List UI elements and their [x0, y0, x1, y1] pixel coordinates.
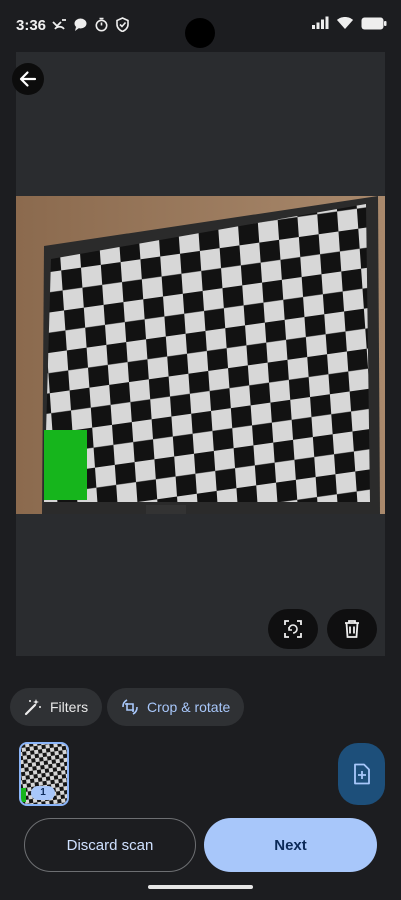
magic-wand-icon	[24, 699, 41, 716]
auto-crop-button[interactable]	[268, 609, 318, 649]
add-page-button[interactable]	[338, 743, 385, 805]
camera-cutout	[185, 18, 215, 48]
crop-rotate-icon	[122, 699, 138, 715]
filters-label: Filters	[50, 699, 89, 715]
phone-screen: 3:36 Filters Crop & rotate 1 Discard sca…	[0, 0, 401, 900]
timer-icon	[94, 17, 109, 32]
notification-icons	[52, 17, 130, 33]
delete-button[interactable]	[327, 609, 377, 649]
signal-icon	[311, 16, 329, 35]
status-time: 3:36	[16, 17, 47, 34]
system-status-icons	[311, 16, 387, 35]
gesture-nav-handle[interactable]	[148, 885, 253, 889]
back-button[interactable]	[12, 63, 44, 95]
filters-chip[interactable]: Filters	[10, 688, 103, 726]
battery-icon	[361, 17, 387, 35]
status-bar: 3:36	[0, 0, 401, 52]
trash-icon	[345, 620, 359, 638]
add-document-icon	[353, 763, 370, 785]
missed-call-icon	[52, 17, 67, 32]
auto-crop-icon	[284, 620, 302, 638]
shield-icon	[115, 17, 130, 33]
wifi-icon	[336, 16, 354, 35]
scanned-page-image[interactable]	[16, 196, 385, 514]
crop-rotate-chip[interactable]: Crop & rotate	[107, 688, 245, 726]
chat-bubble-icon	[73, 17, 88, 32]
arrow-left-icon	[19, 71, 37, 87]
crop-rotate-label: Crop & rotate	[147, 699, 231, 715]
next-button[interactable]: Next	[204, 818, 377, 872]
discard-scan-button[interactable]: Discard scan	[24, 818, 196, 872]
page-number-badge: 1	[31, 786, 55, 800]
